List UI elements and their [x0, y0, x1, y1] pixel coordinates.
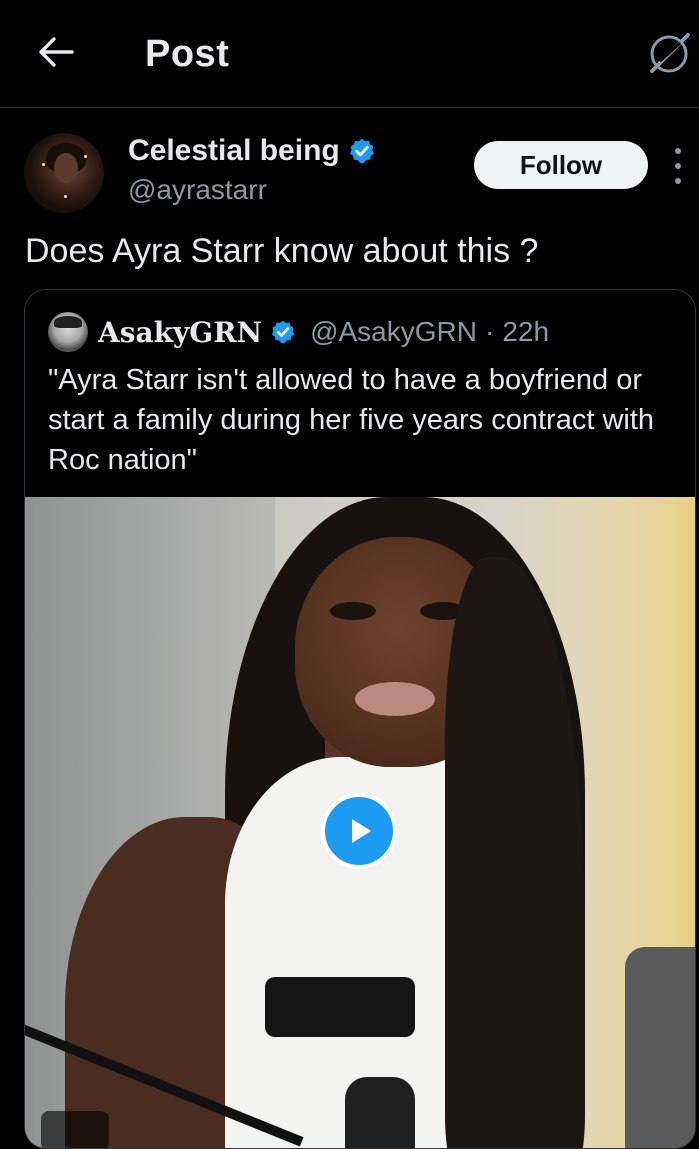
avatar-sparkle	[42, 163, 45, 166]
video-duration-chip	[41, 1111, 109, 1148]
thumbnail-microphone	[345, 1077, 415, 1148]
thumbnail-lips	[355, 682, 435, 716]
follow-button[interactable]: Follow	[474, 141, 648, 189]
author-handle[interactable]: @ayrastarr	[128, 174, 267, 206]
post-text: Does Ayra Starr know about this ?	[25, 232, 539, 270]
avatar-cap	[54, 316, 82, 328]
grok-button[interactable]	[643, 30, 695, 78]
avatar-sparkle	[64, 195, 67, 198]
quoted-post-time: 22h	[502, 316, 550, 347]
grok-icon	[650, 33, 690, 73]
top-bar: Post	[0, 0, 699, 108]
arrow-left-icon	[39, 37, 74, 67]
quoted-author-name: AsakyGRN	[98, 315, 263, 349]
thumbnail-mic-clip	[265, 977, 415, 1037]
quoted-post[interactable]: AsakyGRN @AsakyGRN · 22h "Ayra Starr isn…	[24, 289, 696, 1149]
play-icon	[352, 819, 371, 843]
page-title: Post	[145, 33, 230, 75]
author-avatar[interactable]	[24, 133, 104, 213]
video-thumbnail[interactable]	[25, 497, 695, 1148]
verified-badge-icon	[349, 138, 374, 164]
author-display-name[interactable]: Celestial being	[128, 134, 340, 168]
back-button[interactable]	[34, 30, 78, 74]
more-dot-icon	[675, 148, 681, 154]
quoted-author-handle: @AsakyGRN	[310, 316, 477, 347]
quoted-post-text: "Ayra Starr isn't allowed to have a boyf…	[48, 364, 655, 476]
more-dot-icon	[675, 163, 681, 169]
quoted-author-avatar	[48, 312, 88, 352]
more-options-button[interactable]	[666, 148, 690, 184]
author-name-row[interactable]: Celestial being	[128, 134, 376, 168]
play-video-button[interactable]	[321, 793, 397, 869]
avatar-sparkle	[84, 155, 87, 158]
quoted-post-header: AsakyGRN @AsakyGRN · 22h	[48, 312, 549, 352]
more-dot-icon	[675, 178, 681, 184]
dot-separator: ·	[484, 316, 495, 347]
thumbnail-chair	[625, 947, 695, 1148]
avatar-face	[54, 153, 78, 183]
thumbnail-eye	[330, 602, 376, 620]
verified-badge-icon	[271, 320, 295, 344]
thumbnail-hair-front	[445, 557, 585, 1148]
post-author: Celestial being @ayrastarr Follow	[24, 130, 684, 220]
